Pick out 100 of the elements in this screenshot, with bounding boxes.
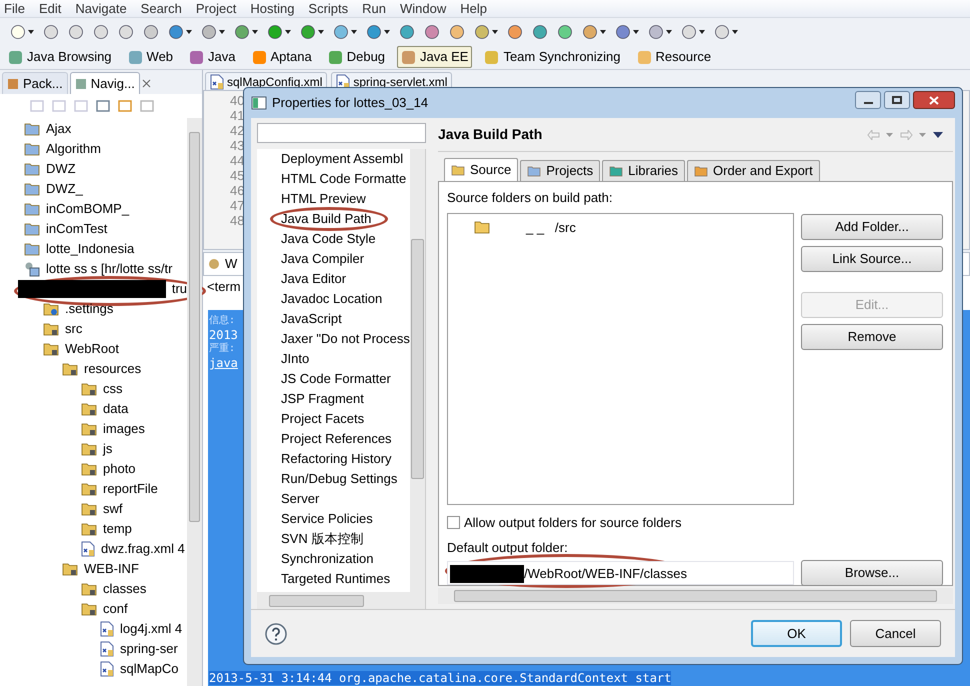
toolbar-icon[interactable] (557, 24, 573, 40)
perspective-button[interactable]: Aptana (248, 46, 316, 68)
caret-icon[interactable] (252, 30, 258, 34)
menu-item[interactable]: Scripts (308, 0, 348, 17)
tree-item[interactable]: Java Compiler (281, 249, 364, 269)
toolbar-icon[interactable] (474, 24, 490, 40)
tree-item[interactable]: Javadoc Location (281, 289, 382, 309)
menu-item[interactable]: Project (196, 0, 236, 17)
tree-item[interactable]: WEB-INF (84, 559, 139, 579)
ok-button[interactable]: OK (751, 620, 842, 647)
toolbar-icon[interactable] (201, 24, 217, 40)
toolbar-icon[interactable] (449, 24, 465, 40)
view-tab[interactable]: Navig... (70, 72, 140, 94)
toolbar-icon[interactable] (366, 24, 382, 40)
tree-item[interactable]: Algorithm (46, 139, 101, 159)
tree-item[interactable]: src (65, 319, 82, 339)
scrollbar[interactable] (410, 149, 425, 592)
tree-item[interactable]: inComBOMP_ (46, 199, 130, 219)
tree-item[interactable]: Targeted Runtimes (281, 569, 390, 589)
perspective-button[interactable]: Team Synchronizing (480, 46, 625, 68)
scrollbar[interactable] (438, 588, 953, 604)
perspective-button[interactable]: Java Browsing (4, 46, 116, 68)
tree-item[interactable]: classes (103, 579, 146, 599)
tree-item[interactable]: swf (103, 499, 122, 519)
tree-item[interactable]: Deployment Assembl (281, 149, 404, 169)
tree-item[interactable]: images (103, 419, 145, 439)
caret-icon[interactable] (28, 30, 34, 34)
tree-item[interactable]: lotte_Indonesia (46, 239, 134, 259)
maximize-button[interactable] (884, 91, 910, 109)
tree-item[interactable]: data (103, 399, 128, 419)
menu-item[interactable]: Help (460, 0, 488, 17)
list-item[interactable]: _ _ /src (502, 218, 576, 237)
tree-item[interactable]: Project References (281, 429, 392, 449)
caret-icon[interactable] (384, 30, 390, 34)
tree-item[interactable]: Service Policies (281, 509, 373, 529)
toolbar-icon[interactable] (399, 24, 415, 40)
caret-icon[interactable] (318, 30, 324, 34)
tree-item[interactable]: dwz.frag.xml 4 (101, 539, 185, 559)
menu-item[interactable]: Run (362, 0, 386, 17)
tree-item[interactable]: Server (281, 489, 320, 509)
perspective-button[interactable]: Java EE (397, 46, 472, 68)
caret-icon[interactable] (699, 30, 705, 34)
tree-item[interactable]: lotte ss s [hr/lotte ss/tr (46, 259, 172, 279)
view-tab[interactable]: Pack... (2, 72, 68, 94)
tree-item[interactable]: JInto (281, 349, 310, 369)
toolbar-icon[interactable] (43, 24, 59, 40)
tree-item[interactable]: Java Editor (281, 269, 346, 289)
toolbar-icon[interactable] (333, 24, 349, 40)
caret-icon[interactable] (666, 30, 672, 34)
tree-item[interactable]: tru (172, 279, 187, 299)
tree-item[interactable]: JavaScript (281, 309, 342, 329)
toolbar-icon[interactable] (267, 24, 283, 40)
caret-icon[interactable] (351, 30, 357, 34)
perspective-button[interactable]: Resource (632, 46, 716, 68)
toolbar-icon[interactable] (582, 24, 598, 40)
tree-item[interactable]: Project Facets (281, 409, 364, 429)
caret-icon[interactable] (492, 30, 498, 34)
toolbar-icon[interactable] (93, 24, 109, 40)
toolbar-icon[interactable] (615, 24, 631, 40)
tree-item[interactable]: .settings (65, 299, 114, 319)
caret-icon[interactable] (600, 30, 606, 34)
tree-item[interactable]: Synchronization (281, 549, 374, 569)
filter-field[interactable] (257, 123, 426, 143)
tree-item[interactable]: Ajax (46, 119, 72, 139)
view-tab[interactable]: W (225, 254, 238, 274)
close-button[interactable] (913, 91, 955, 109)
tree-item[interactable]: spring-ser (120, 639, 178, 659)
scrollbar[interactable] (187, 118, 202, 686)
scrollbar[interactable] (257, 592, 425, 609)
caret-icon[interactable] (186, 30, 192, 34)
tree-item[interactable]: Java Build Path (281, 209, 372, 229)
browse-button[interactable]: Browse... (801, 560, 943, 586)
tab[interactable]: Projects (520, 160, 600, 181)
cancel-button[interactable]: Cancel (850, 620, 941, 647)
toolbar-icon[interactable] (118, 24, 134, 40)
tree-item[interactable]: SVN 版本控制 (281, 529, 364, 549)
tree-item[interactable]: resources (84, 359, 142, 379)
toolbar-icon[interactable] (143, 24, 159, 40)
help-icon[interactable] (265, 622, 287, 644)
caret-icon[interactable] (732, 30, 738, 34)
tree-item[interactable]: css (103, 379, 122, 399)
tree-item[interactable]: HTML Preview (281, 189, 366, 209)
output-folder-field[interactable]: /WebRoot/WEB-INF/classes (447, 560, 794, 584)
tree-item[interactable]: conf (103, 599, 128, 619)
minimize-button[interactable] (855, 91, 881, 109)
toolbar-icon[interactable] (648, 24, 664, 40)
toolbar-icon[interactable] (300, 24, 316, 40)
tab[interactable]: Order and Export (687, 160, 820, 181)
menu-item[interactable]: Hosting (250, 0, 294, 17)
action-button[interactable]: Add Folder... (801, 214, 943, 240)
toolbar-icon[interactable] (234, 24, 250, 40)
perspective-button[interactable]: Web (124, 46, 178, 68)
tree-item[interactable]: HTML Code Formatte (281, 169, 406, 189)
tab[interactable]: Source (444, 158, 518, 181)
action-button[interactable]: Link Source... (801, 246, 943, 272)
tree-item[interactable]: inComTest (46, 219, 108, 239)
perspective-button[interactable]: Debug (324, 46, 390, 68)
tree-item[interactable]: sqlMapCo (120, 659, 179, 679)
menu-item[interactable]: Search (140, 0, 182, 17)
toolbar-icon[interactable] (681, 24, 697, 40)
